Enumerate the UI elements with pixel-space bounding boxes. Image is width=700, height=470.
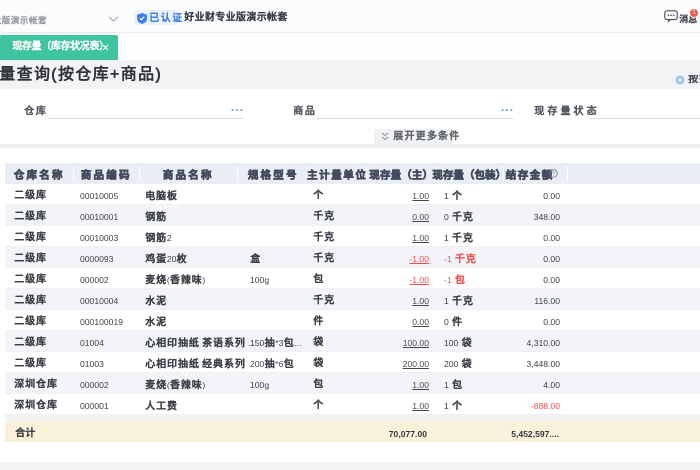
svg-text:?: ?: [552, 171, 555, 177]
